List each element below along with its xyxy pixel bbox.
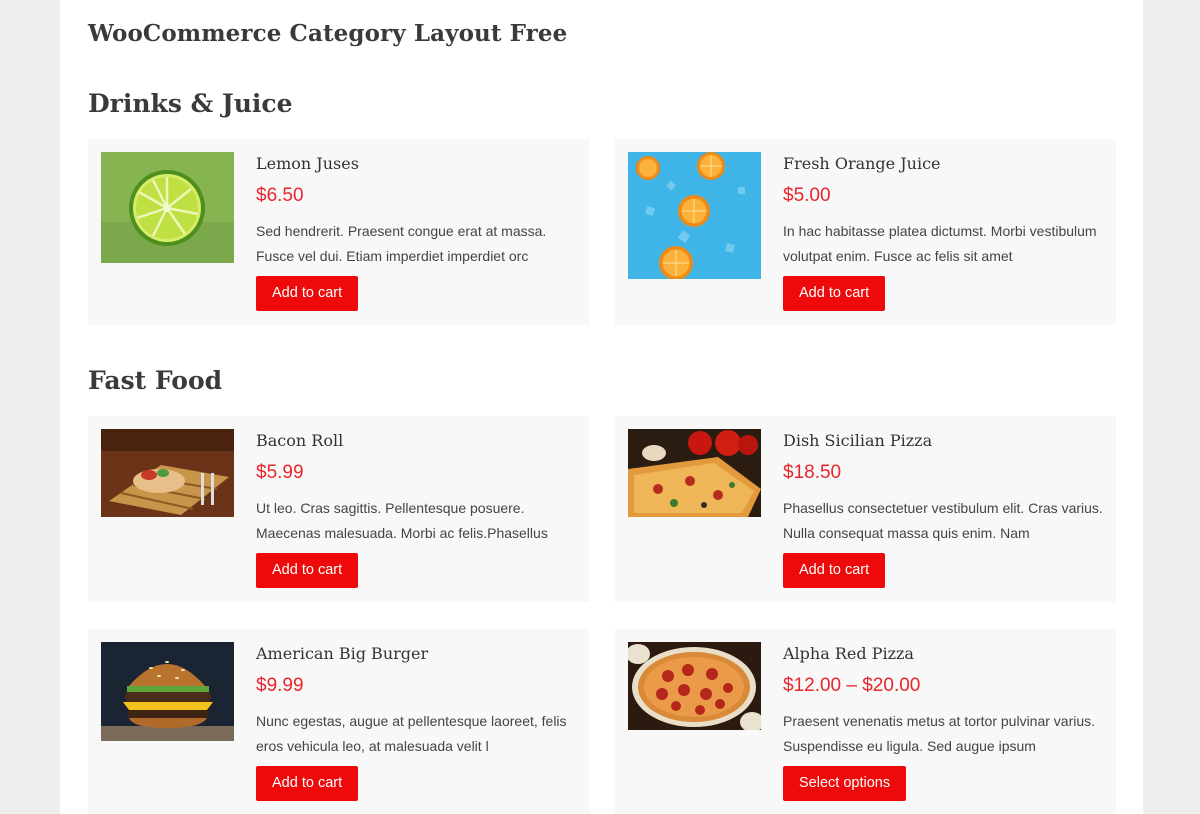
product-name[interactable]: Lemon Juses bbox=[256, 154, 359, 173]
product-card-alpha-red-pizza: Alpha Red Pizza $12.00 – $20.00 Praesent… bbox=[615, 629, 1116, 814]
page-container: WooCommerce Category Layout Free Drinks … bbox=[60, 0, 1143, 814]
bacon-roll-image[interactable] bbox=[101, 429, 234, 517]
sicilian-pizza-image[interactable] bbox=[628, 429, 761, 517]
product-card-lemon-juses: Lemon Juses $6.50 Sed hendrerit. Praesen… bbox=[88, 139, 589, 325]
product-card-bacon-roll: Bacon Roll $5.99 Ut leo. Cras sagittis. … bbox=[88, 416, 589, 602]
lime-slice-image[interactable] bbox=[101, 152, 234, 263]
product-description: Praesent venenatis metus at tortor pulvi… bbox=[783, 713, 1096, 754]
add-to-cart-button[interactable]: Add to cart bbox=[783, 553, 886, 588]
add-to-cart-button[interactable]: Add to cart bbox=[256, 276, 359, 311]
section-heading-fast-food: Fast Food bbox=[88, 366, 223, 395]
page-title: WooCommerce Category Layout Free bbox=[88, 20, 568, 47]
product-price: $5.99 bbox=[256, 462, 304, 483]
product-card-dish-sicilian-pizza: Dish Sicilian Pizza $18.50 Phasellus con… bbox=[615, 416, 1116, 602]
product-card-fresh-orange-juice: Fresh Orange Juice $5.00 In hac habitass… bbox=[615, 139, 1116, 325]
add-to-cart-button[interactable]: Add to cart bbox=[256, 766, 359, 801]
product-name[interactable]: Alpha Red Pizza bbox=[783, 644, 914, 663]
orange-slices-image[interactable] bbox=[628, 152, 761, 279]
product-description: Nunc egestas, augue at pellentesque laor… bbox=[256, 713, 567, 754]
product-card-american-big-burger: American Big Burger $9.99 Nunc egestas, … bbox=[88, 629, 589, 814]
add-to-cart-button[interactable]: Add to cart bbox=[256, 553, 359, 588]
product-name[interactable]: American Big Burger bbox=[256, 644, 428, 663]
burger-image[interactable] bbox=[101, 642, 234, 741]
product-description: Ut leo. Cras sagittis. Pellentesque posu… bbox=[256, 500, 548, 541]
product-name[interactable]: Bacon Roll bbox=[256, 431, 343, 450]
product-name[interactable]: Fresh Orange Juice bbox=[783, 154, 941, 173]
product-description: In hac habitasse platea dictumst. Morbi … bbox=[783, 223, 1097, 264]
pepperoni-pizza-image[interactable] bbox=[628, 642, 761, 730]
product-name[interactable]: Dish Sicilian Pizza bbox=[783, 431, 932, 450]
add-to-cart-button[interactable]: Add to cart bbox=[783, 276, 886, 311]
product-description: Phasellus consectetuer vestibulum elit. … bbox=[783, 500, 1103, 541]
product-price: $18.50 bbox=[783, 462, 842, 483]
product-price: $9.99 bbox=[256, 675, 304, 696]
product-price: $5.00 bbox=[783, 185, 831, 206]
select-options-button[interactable]: Select options bbox=[783, 766, 907, 801]
product-price: $6.50 bbox=[256, 185, 304, 206]
section-heading-drinks-juice: Drinks & Juice bbox=[88, 89, 293, 118]
product-price: $12.00 – $20.00 bbox=[783, 675, 921, 696]
product-description: Sed hendrerit. Praesent congue erat at m… bbox=[256, 223, 547, 264]
